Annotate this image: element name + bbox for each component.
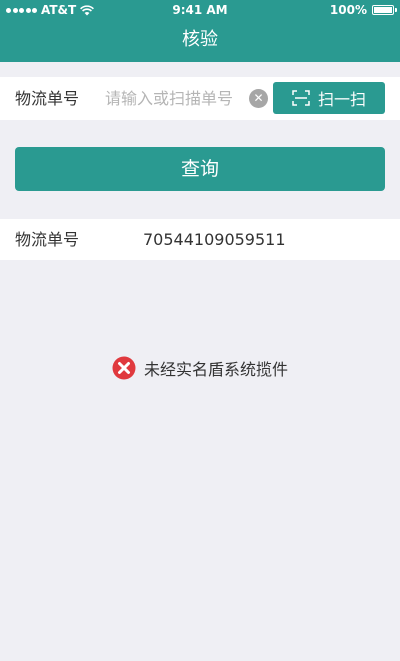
result-label: 物流单号 xyxy=(15,230,80,249)
app-header: AT&T 9:41 AM 100% 核验 xyxy=(0,0,400,62)
query-button[interactable]: 查询 xyxy=(15,147,385,191)
battery-status: 100% xyxy=(329,0,397,20)
scan-button[interactable]: 扫一扫 xyxy=(273,82,385,114)
scan-button-label: 扫一扫 xyxy=(317,90,366,109)
error-icon xyxy=(112,356,136,380)
result-row: 物流单号 70544109059511 xyxy=(0,219,400,260)
tracking-number-input[interactable] xyxy=(96,85,253,112)
battery-percent: 100% xyxy=(329,3,367,17)
error-text: 未经实名盾系统揽件 xyxy=(143,360,288,379)
page-title: 核验 xyxy=(182,29,218,50)
status-bar: AT&T 9:41 AM 100% xyxy=(0,0,400,20)
result-tracking-number: 70544109059511 xyxy=(143,230,286,249)
tracking-number-label: 物流单号 xyxy=(15,89,80,108)
scan-icon xyxy=(292,90,310,106)
clear-icon[interactable]: ✕ xyxy=(249,89,268,108)
battery-icon xyxy=(372,5,397,15)
error-message: 未经实名盾系统揽件 xyxy=(0,356,400,380)
